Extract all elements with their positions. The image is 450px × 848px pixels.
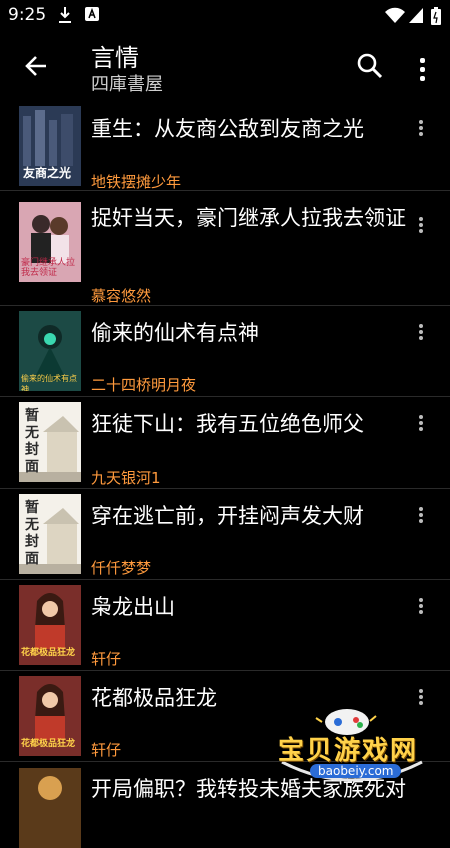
- book-title: 偷来的仙术有点神: [91, 321, 259, 345]
- watermark-url: baobeiy.com: [310, 764, 402, 778]
- book-cover: 友商之光: [19, 106, 81, 186]
- site-watermark: 宝贝游戏网 baobeiy.com: [272, 702, 432, 788]
- cover-text: 花都极品狂龙: [21, 648, 76, 658]
- book-author: 轩仔: [91, 650, 122, 668]
- watermark-text: 宝贝游戏网: [278, 736, 419, 766]
- book-title: 捉奸当天，豪门继承人拉我去领证: [91, 206, 406, 230]
- book-list-item[interactable]: 暂无封面 狂徒下山：我有五位绝色师父 九天银河1: [0, 397, 450, 489]
- book-cover: 暂无封面: [19, 402, 81, 482]
- cover-text: 豪门继承人拉我去领证: [21, 258, 76, 278]
- book-list-item[interactable]: 暂无封面 穿在逃亡前，开挂闷声发大财 仟仟梦梦: [0, 489, 450, 580]
- book-list-item[interactable]: 友商之光 重生：从友商公敌到友商之光 地铁摆摊少年: [0, 102, 450, 191]
- item-more-icon[interactable]: [416, 215, 426, 239]
- book-author: 二十四桥明月夜: [91, 376, 197, 394]
- cover-text: 偷来的仙术有点神: [21, 374, 77, 391]
- search-icon[interactable]: [354, 50, 386, 82]
- page-title: 言情: [91, 44, 139, 72]
- book-author: 仟仟梦梦: [91, 559, 152, 577]
- item-more-icon[interactable]: [416, 505, 426, 529]
- book-list-item[interactable]: 花都极品狂龙 枭龙出山 轩仔: [0, 580, 450, 671]
- status-bar: 9:25: [0, 0, 450, 32]
- book-title: 狂徒下山：我有五位绝色师父: [91, 412, 364, 436]
- book-author: 地铁摆摊少年: [91, 173, 182, 191]
- back-arrow-icon[interactable]: [20, 50, 52, 82]
- book-cover: 暂无封面: [19, 494, 81, 574]
- book-title: 穿在逃亡前，开挂闷声发大财: [91, 504, 364, 528]
- overflow-menu-icon[interactable]: [412, 50, 432, 88]
- book-author: 九天银河1: [91, 469, 161, 487]
- book-author: 轩仔: [91, 741, 122, 759]
- cover-text: 暂无封面: [25, 500, 39, 567]
- item-more-icon[interactable]: [416, 118, 426, 142]
- page-subtitle: 四庫書屋: [91, 74, 163, 95]
- app-notification-icon: [85, 7, 99, 21]
- book-cover: 花都极品狂龙: [19, 585, 81, 665]
- cover-text: 友商之光: [23, 166, 72, 180]
- cover-text: 花都极品狂龙: [21, 739, 76, 749]
- app-bar: 言情 四庫書屋: [0, 32, 450, 102]
- item-more-icon[interactable]: [416, 322, 426, 346]
- book-cover: 花都极品狂龙: [19, 676, 81, 756]
- book-list-item[interactable]: 偷来的仙术有点神 偷来的仙术有点神 二十四桥明月夜: [0, 306, 450, 397]
- signal-icon: [409, 8, 423, 23]
- item-more-icon[interactable]: [416, 413, 426, 437]
- book-title: 重生：从友商公敌到友商之光: [91, 117, 364, 141]
- book-cover: [19, 768, 81, 848]
- battery-icon: [431, 7, 441, 25]
- book-cover: 豪门继承人拉我去领证: [19, 202, 81, 282]
- book-cover: 偷来的仙术有点神: [19, 311, 81, 391]
- status-time: 9:25: [8, 5, 47, 25]
- book-author: 慕容悠然: [91, 287, 152, 305]
- book-list-item[interactable]: 豪门继承人拉我去领证 捉奸当天，豪门继承人拉我去领证 慕容悠然: [0, 191, 450, 306]
- wifi-icon: [385, 7, 405, 23]
- item-more-icon[interactable]: [416, 596, 426, 620]
- cover-text: 暂无封面: [25, 408, 39, 475]
- book-title: 枭龙出山: [91, 595, 175, 619]
- download-icon: [59, 7, 71, 23]
